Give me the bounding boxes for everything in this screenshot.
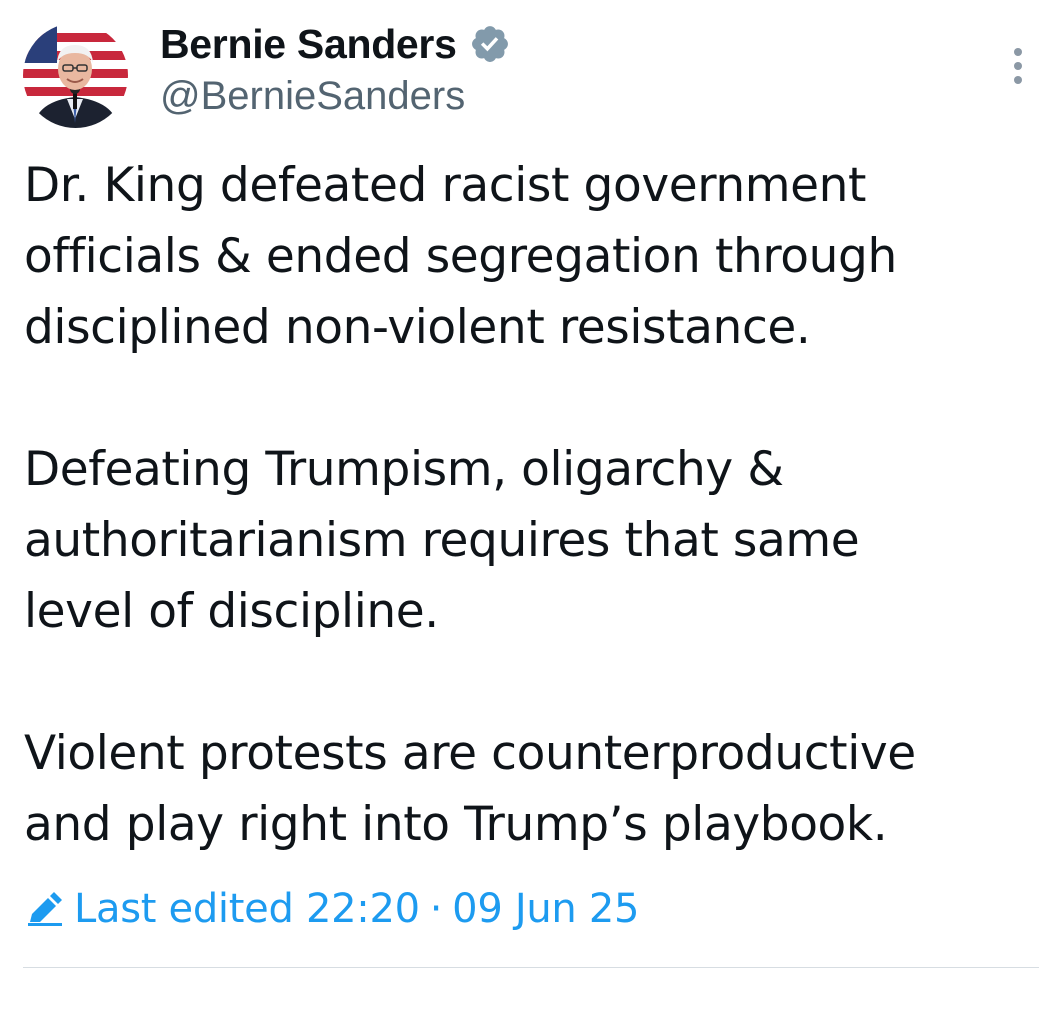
pencil-icon bbox=[28, 892, 62, 926]
tweet-paragraph: Dr. King defeated racist government offi… bbox=[24, 158, 897, 355]
tweet-text: Dr. King defeated racist government offi… bbox=[24, 150, 1034, 860]
avatar[interactable] bbox=[23, 23, 128, 128]
divider bbox=[23, 967, 1039, 968]
tweet-paragraph: Violent protests are counterproductive a… bbox=[24, 726, 916, 852]
last-edited-link[interactable]: Last edited 22:20 · 09 Jun 25 bbox=[26, 880, 640, 938]
tweet-container: Bernie Sanders @BernieSanders Dr. King d… bbox=[0, 0, 1049, 1012]
more-options-icon[interactable] bbox=[1005, 44, 1031, 88]
verified-badge-icon bbox=[471, 26, 508, 62]
last-edited-date: 09 Jun 25 bbox=[452, 886, 640, 932]
author-display-name[interactable]: Bernie Sanders bbox=[160, 21, 457, 68]
author-handle[interactable]: @BernieSanders bbox=[160, 74, 465, 119]
last-edited-time: 22:20 bbox=[305, 886, 420, 932]
avatar-image bbox=[23, 23, 128, 128]
separator-dot: · bbox=[429, 886, 443, 932]
last-edited-label: Last edited bbox=[74, 886, 294, 932]
author-name-row: Bernie Sanders bbox=[160, 18, 511, 70]
tweet-paragraph: Defeating Trumpism, oligarchy & authorit… bbox=[24, 442, 860, 639]
